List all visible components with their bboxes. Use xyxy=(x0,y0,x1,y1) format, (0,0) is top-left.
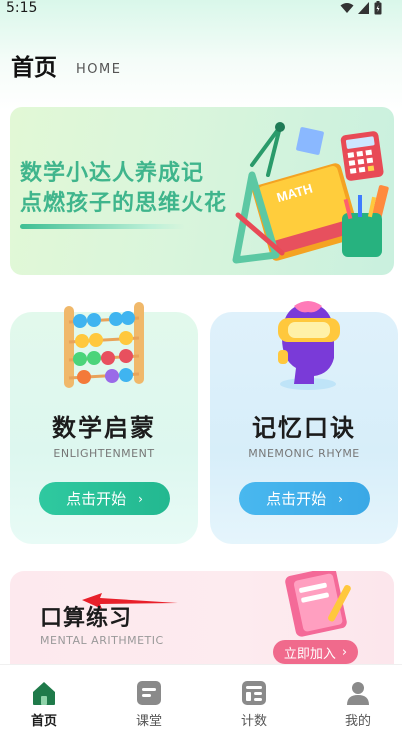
status-bar: 5:15 xyxy=(0,0,402,18)
calculator-icon xyxy=(340,131,384,181)
start-mnemonic-button[interactable]: 点击开始 › xyxy=(239,482,370,515)
battery-icon xyxy=(374,1,382,15)
abacus-icon xyxy=(64,302,144,388)
practice-subtitle: MENTAL ARITHMETIC xyxy=(40,634,164,647)
vr-head-icon xyxy=(278,301,340,390)
page-title: 首页 xyxy=(11,55,57,81)
practice-title: 口算练习 xyxy=(40,606,133,631)
card-title: 记忆口诀 xyxy=(252,414,356,442)
classroom-icon xyxy=(137,681,161,705)
button-label: 立即加入 xyxy=(283,646,336,662)
mental-arithmetic-card[interactable]: 口算练习 MENTAL ARITHMETIC 立即加入 › xyxy=(10,571,394,664)
banner-headline: 数学小达人养成记 xyxy=(20,161,205,186)
page-subtitle: HOME xyxy=(76,62,122,77)
home-icon xyxy=(33,682,55,705)
nav-item-classroom[interactable]: 课堂 xyxy=(119,679,179,729)
nav-label: 我的 xyxy=(344,714,371,729)
button-label: 点击开始 xyxy=(266,490,327,508)
chevron-right-icon: › xyxy=(138,491,143,506)
mnemonic-card[interactable]: 记忆口诀 MNEMONIC RHYME 点击开始 › xyxy=(210,301,398,544)
status-time: 5:15 xyxy=(6,0,38,16)
nav-label: 首页 xyxy=(30,714,57,729)
nav-label: 计数 xyxy=(240,714,267,729)
card-subtitle: MNEMONIC RHYME xyxy=(248,447,360,460)
card-title: 数学启蒙 xyxy=(52,414,156,442)
math-books-illustration: MATH xyxy=(232,122,389,264)
promo-banner[interactable]: 数学小达人养成记 点燃孩子的思维火花 MATH xyxy=(10,107,394,275)
start-enlightenment-button[interactable]: 点击开始 › xyxy=(39,482,170,515)
banner-decor-bar xyxy=(20,224,185,229)
signal-icon xyxy=(358,2,369,14)
button-label: 点击开始 xyxy=(66,490,127,508)
chevron-right-icon: › xyxy=(341,644,348,660)
counting-icon xyxy=(242,681,266,705)
nav-item-home[interactable]: 首页 xyxy=(14,679,74,729)
status-icons xyxy=(340,1,382,15)
card-subtitle: ENLIGHTENMENT xyxy=(53,447,155,460)
bottom-nav: 首页 课堂 计数 我的 xyxy=(0,664,402,741)
profile-icon xyxy=(347,682,369,705)
nav-item-profile[interactable]: 我的 xyxy=(328,679,388,729)
chevron-right-icon: › xyxy=(338,491,343,506)
wifi-icon xyxy=(340,3,354,13)
banner-subheadline: 点燃孩子的思维火花 xyxy=(20,191,228,216)
enlightenment-card[interactable]: 数学启蒙 ENLIGHTENMENT 点击开始 › xyxy=(10,302,198,544)
join-now-button[interactable]: 立即加入 › xyxy=(273,640,358,664)
notebook-icon xyxy=(285,571,351,637)
nav-item-counting[interactable]: 计数 xyxy=(224,679,284,729)
nav-label: 课堂 xyxy=(135,714,162,729)
compass-icon xyxy=(250,122,285,177)
